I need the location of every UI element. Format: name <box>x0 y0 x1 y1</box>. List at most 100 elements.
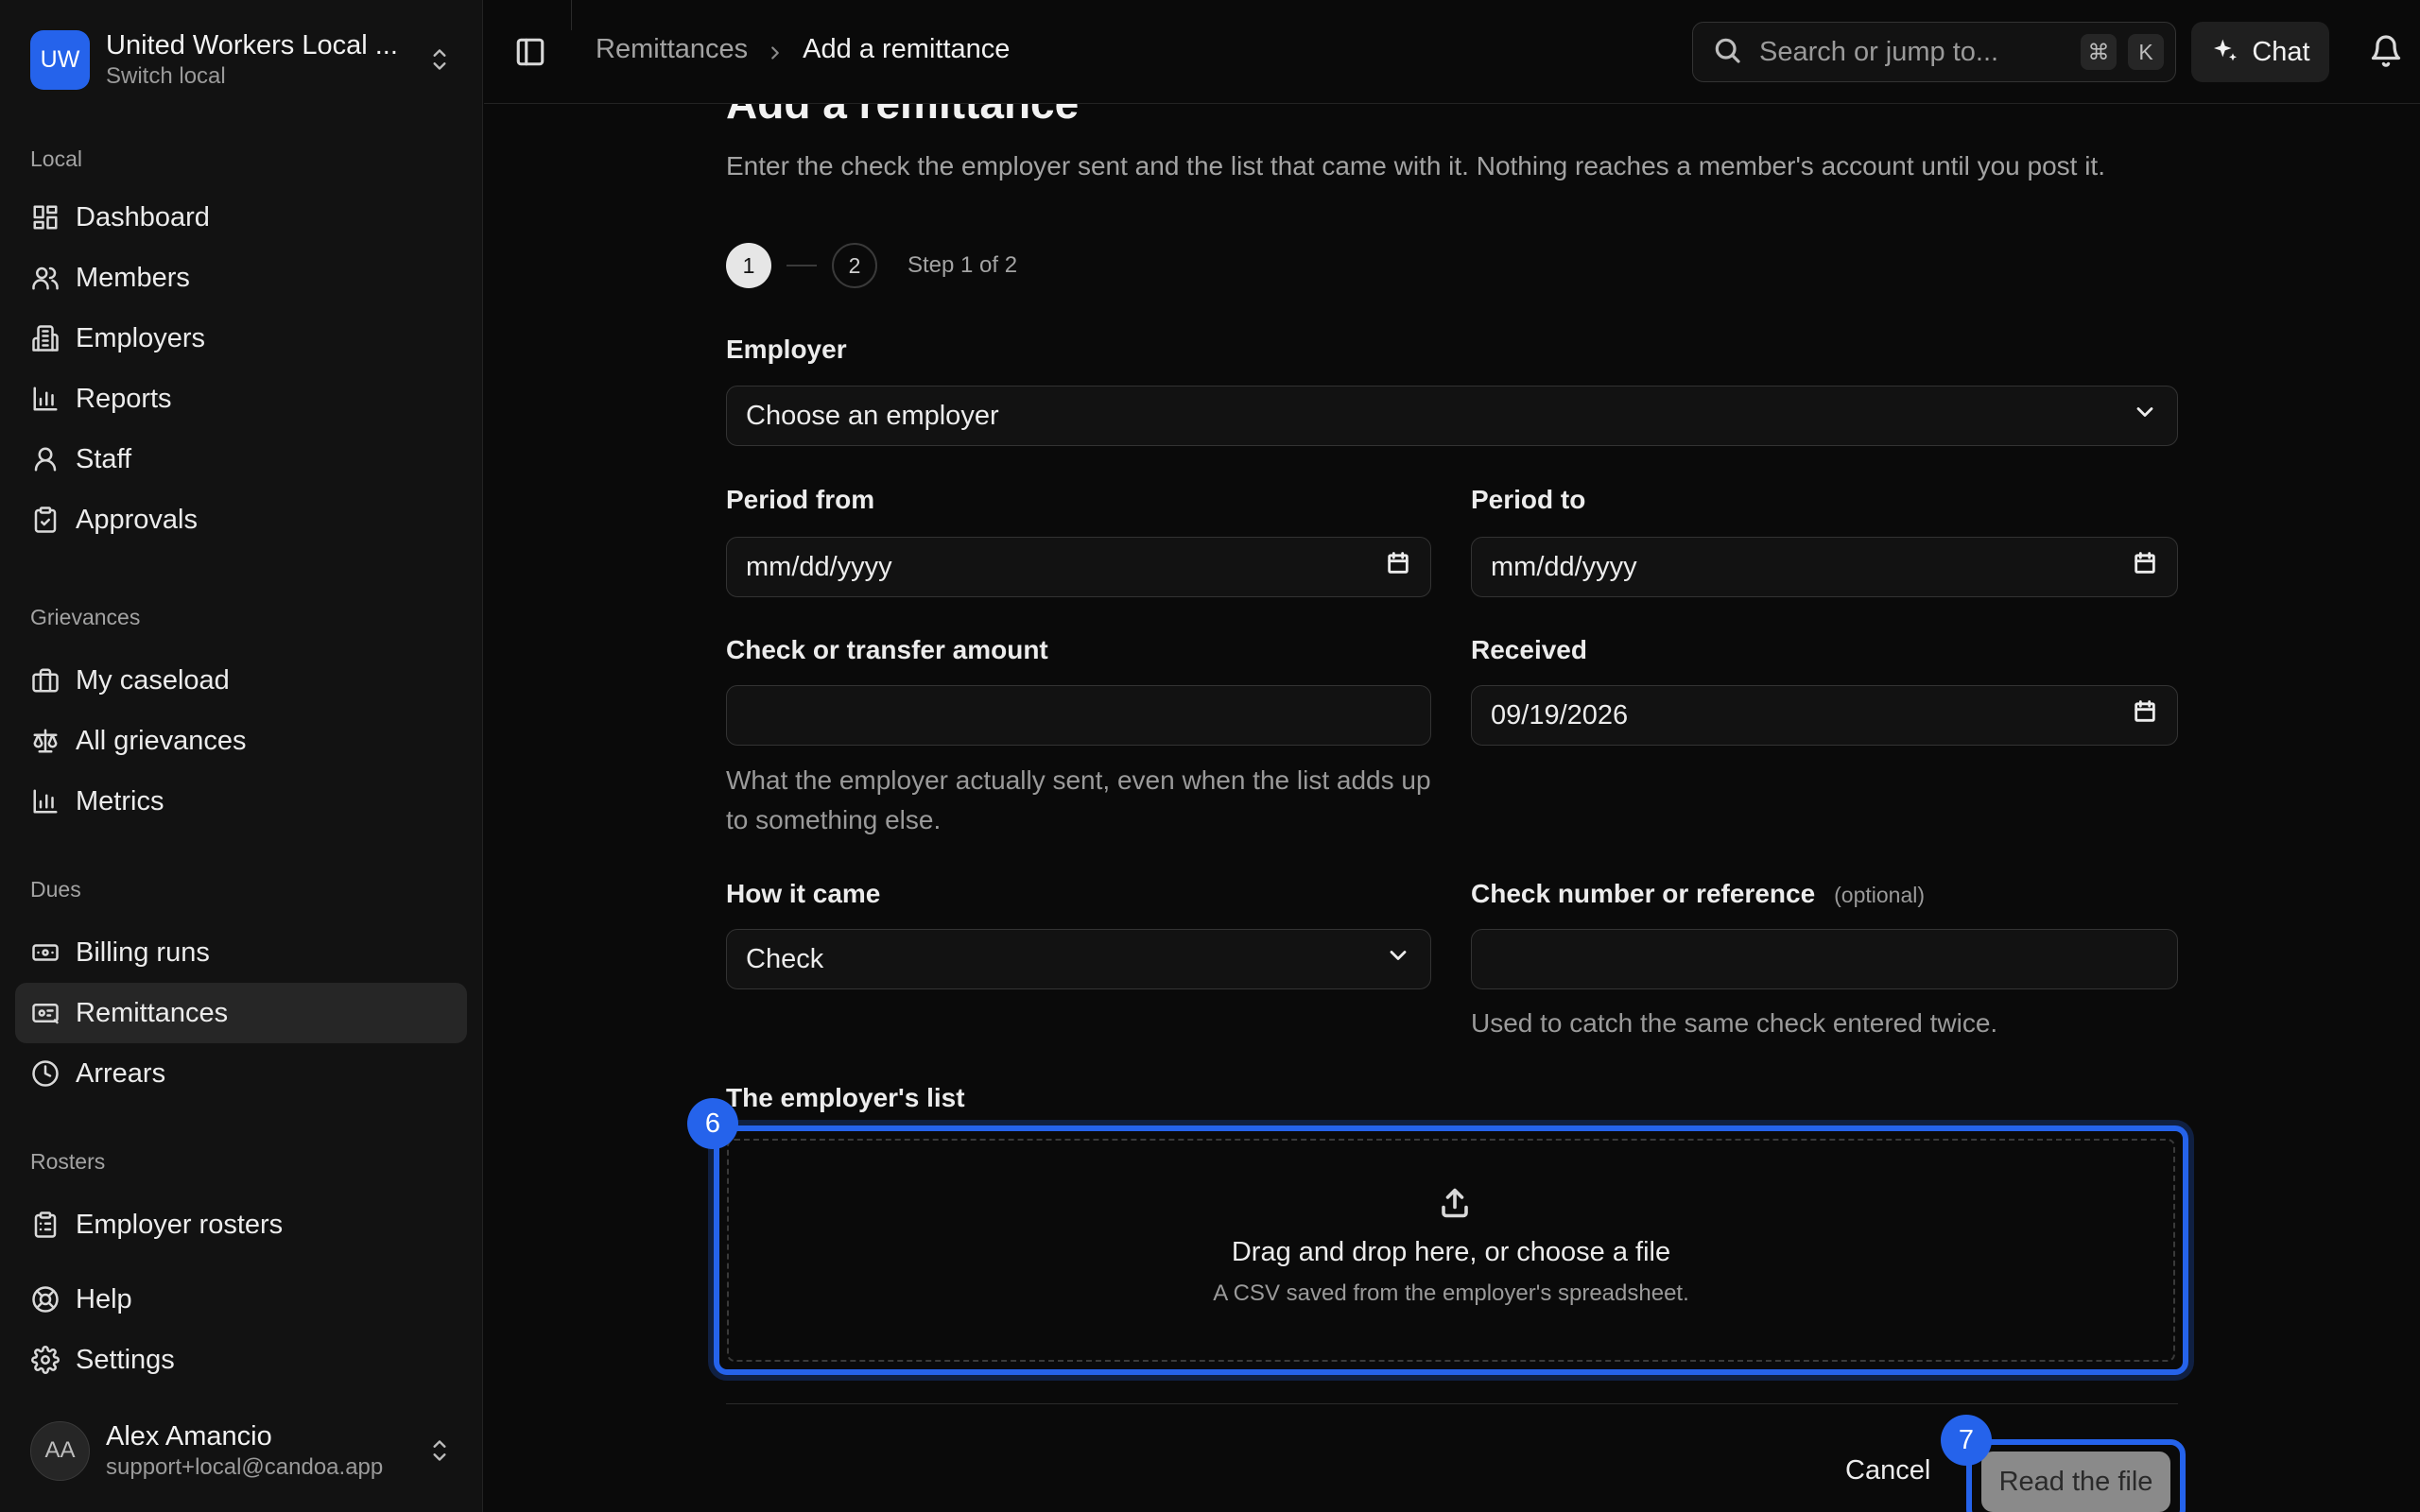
sidebar-item-staff[interactable]: Staff <box>15 429 467 490</box>
user-name: Alex Amancio <box>106 1421 272 1452</box>
period-to-field[interactable]: mm/dd/yyyy <box>1471 537 2178 597</box>
receipt-icon <box>30 998 60 1028</box>
sidebar-item-label: All grievances <box>76 725 247 756</box>
employer-label: Employer <box>726 335 847 364</box>
bell-icon[interactable] <box>2369 34 2403 68</box>
sidebar: UW United Workers Local ... Switch local… <box>0 0 483 1512</box>
search-icon <box>1712 35 1742 70</box>
sidebar-item-remittances[interactable]: Remittances <box>15 983 467 1043</box>
sidebar-item-metrics[interactable]: Metrics <box>15 771 467 832</box>
sidebar-item-label: Help <box>76 1283 132 1314</box>
period-from-value: mm/dd/yyyy <box>746 551 892 582</box>
period-from-label: Period from <box>726 485 875 514</box>
sidebar-item-label: Reports <box>76 383 172 414</box>
step-1: 1 <box>726 243 771 288</box>
building-icon <box>30 323 60 353</box>
upload-icon <box>1438 1186 1472 1220</box>
scale-icon <box>30 726 60 756</box>
chat-button[interactable]: Chat <box>2191 22 2329 82</box>
chevron-down-icon <box>1385 942 1411 976</box>
file-dropzone[interactable]: Drag and drop here, or choose a file A C… <box>714 1125 2188 1375</box>
how-it-came-select[interactable]: Check <box>726 929 1431 989</box>
employer-value: Choose an employer <box>746 400 999 431</box>
sparkles-icon <box>2214 39 2238 61</box>
dropzone-title: Drag and drop here, or choose a file <box>1231 1237 1671 1267</box>
main-content: Add a remittance Enter the check the emp… <box>484 104 2420 1512</box>
cancel-button[interactable]: Cancel <box>1845 1455 1930 1486</box>
sidebar-item-dashboard[interactable]: Dashboard <box>15 187 467 248</box>
section-label-rosters: Rosters <box>30 1149 106 1174</box>
dropzone-subtitle: A CSV saved from the employer's spreadsh… <box>1213 1280 1689 1306</box>
annotation-badge-7: 7 <box>1941 1415 1992 1466</box>
dashboard-icon <box>30 202 60 232</box>
sidebar-item-label: Approvals <box>76 504 198 535</box>
period-from-field[interactable]: mm/dd/yyyy <box>726 537 1431 597</box>
section-label-local: Local <box>30 146 82 171</box>
calendar-icon[interactable] <box>2132 698 2158 732</box>
optional-tag: (optional) <box>1834 883 1926 907</box>
calendar-icon[interactable] <box>1385 550 1411 584</box>
search-placeholder: Search or jump to... <box>1759 36 1999 67</box>
org-name: United Workers Local ... <box>106 30 398 60</box>
sidebar-item-employer-rosters[interactable]: Employer rosters <box>15 1194 467 1255</box>
reference-label: Check number or reference (optional) <box>1471 879 1925 909</box>
sidebar-toggle-icon[interactable] <box>514 36 546 68</box>
sidebar-item-approvals[interactable]: Approvals <box>15 490 467 550</box>
section-label-grievances: Grievances <box>30 605 141 629</box>
employer-select[interactable]: Choose an employer <box>726 386 2178 446</box>
sidebar-item-label: Arrears <box>76 1057 166 1089</box>
step-connector <box>786 265 817 266</box>
sidebar-item-label: Settings <box>76 1344 175 1375</box>
form-divider <box>726 1403 2178 1404</box>
user-menu[interactable]: AA Alex Amancio support+local@candoa.app <box>30 1418 454 1484</box>
search-input[interactable]: Search or jump to... ⌘ K <box>1692 22 2176 82</box>
section-label-dues: Dues <box>30 877 81 902</box>
sidebar-item-label: Billing runs <box>76 936 210 968</box>
users-icon <box>30 263 60 293</box>
clipboard-list-icon <box>30 1210 60 1240</box>
sidebar-item-arrears[interactable]: Arrears <box>15 1043 467 1104</box>
reference-hint: Used to catch the same check entered twi… <box>1471 1008 1998 1038</box>
step-status: Step 1 of 2 <box>908 252 1018 278</box>
sidebar-item-label: Employers <box>76 322 205 353</box>
bar-chart-icon <box>30 384 60 414</box>
top-bar: Remittances Add a remittance Search or j… <box>484 0 2420 104</box>
breadcrumb-remittances[interactable]: Remittances <box>596 34 748 65</box>
divider <box>571 0 572 30</box>
user-icon <box>30 444 60 474</box>
sidebar-item-all-grievances[interactable]: All grievances <box>15 711 467 771</box>
clock-icon <box>30 1058 60 1089</box>
org-switcher[interactable]: UW United Workers Local ... Switch local <box>30 26 454 93</box>
period-to-label: Period to <box>1471 485 1586 514</box>
sidebar-item-label: Staff <box>76 443 132 474</box>
how-it-came-value: Check <box>746 943 824 974</box>
sidebar-item-help[interactable]: Help <box>15 1269 467 1330</box>
sidebar-item-settings[interactable]: Settings <box>15 1330 467 1390</box>
sidebar-item-label: Employer rosters <box>76 1209 284 1240</box>
sidebar-item-members[interactable]: Members <box>15 248 467 308</box>
amount-label: Check or transfer amount <box>726 635 1048 664</box>
sidebar-item-label: Metrics <box>76 785 164 816</box>
read-file-button[interactable]: Read the file <box>1981 1452 2170 1512</box>
sidebar-item-employers[interactable]: Employers <box>15 308 467 369</box>
sidebar-item-reports[interactable]: Reports <box>15 369 467 429</box>
org-subtitle: Switch local <box>106 63 226 89</box>
amount-input[interactable] <box>726 685 1431 746</box>
chevron-right-icon <box>765 40 786 60</box>
sidebar-item-label: Members <box>76 262 190 293</box>
step-2: 2 <box>832 243 877 288</box>
user-email: support+local@candoa.app <box>106 1454 384 1480</box>
sidebar-item-label: Dashboard <box>76 201 210 232</box>
sidebar-item-billing-runs[interactable]: Billing runs <box>15 922 467 983</box>
reference-input[interactable] <box>1471 929 2178 989</box>
shortcut-key-cmd: ⌘ <box>2081 34 2117 70</box>
chevron-down-icon <box>2132 399 2158 433</box>
calendar-icon[interactable] <box>2132 550 2158 584</box>
received-label: Received <box>1471 635 1587 664</box>
received-value: 09/19/2026 <box>1491 699 1629 730</box>
employer-list-label: The employer's list <box>726 1083 965 1112</box>
bar-chart-icon <box>30 786 60 816</box>
received-date-field[interactable]: 09/19/2026 <box>1471 685 2178 746</box>
sidebar-item-my-caseload[interactable]: My caseload <box>15 650 467 711</box>
reference-label-text: Check number or reference <box>1471 879 1816 908</box>
